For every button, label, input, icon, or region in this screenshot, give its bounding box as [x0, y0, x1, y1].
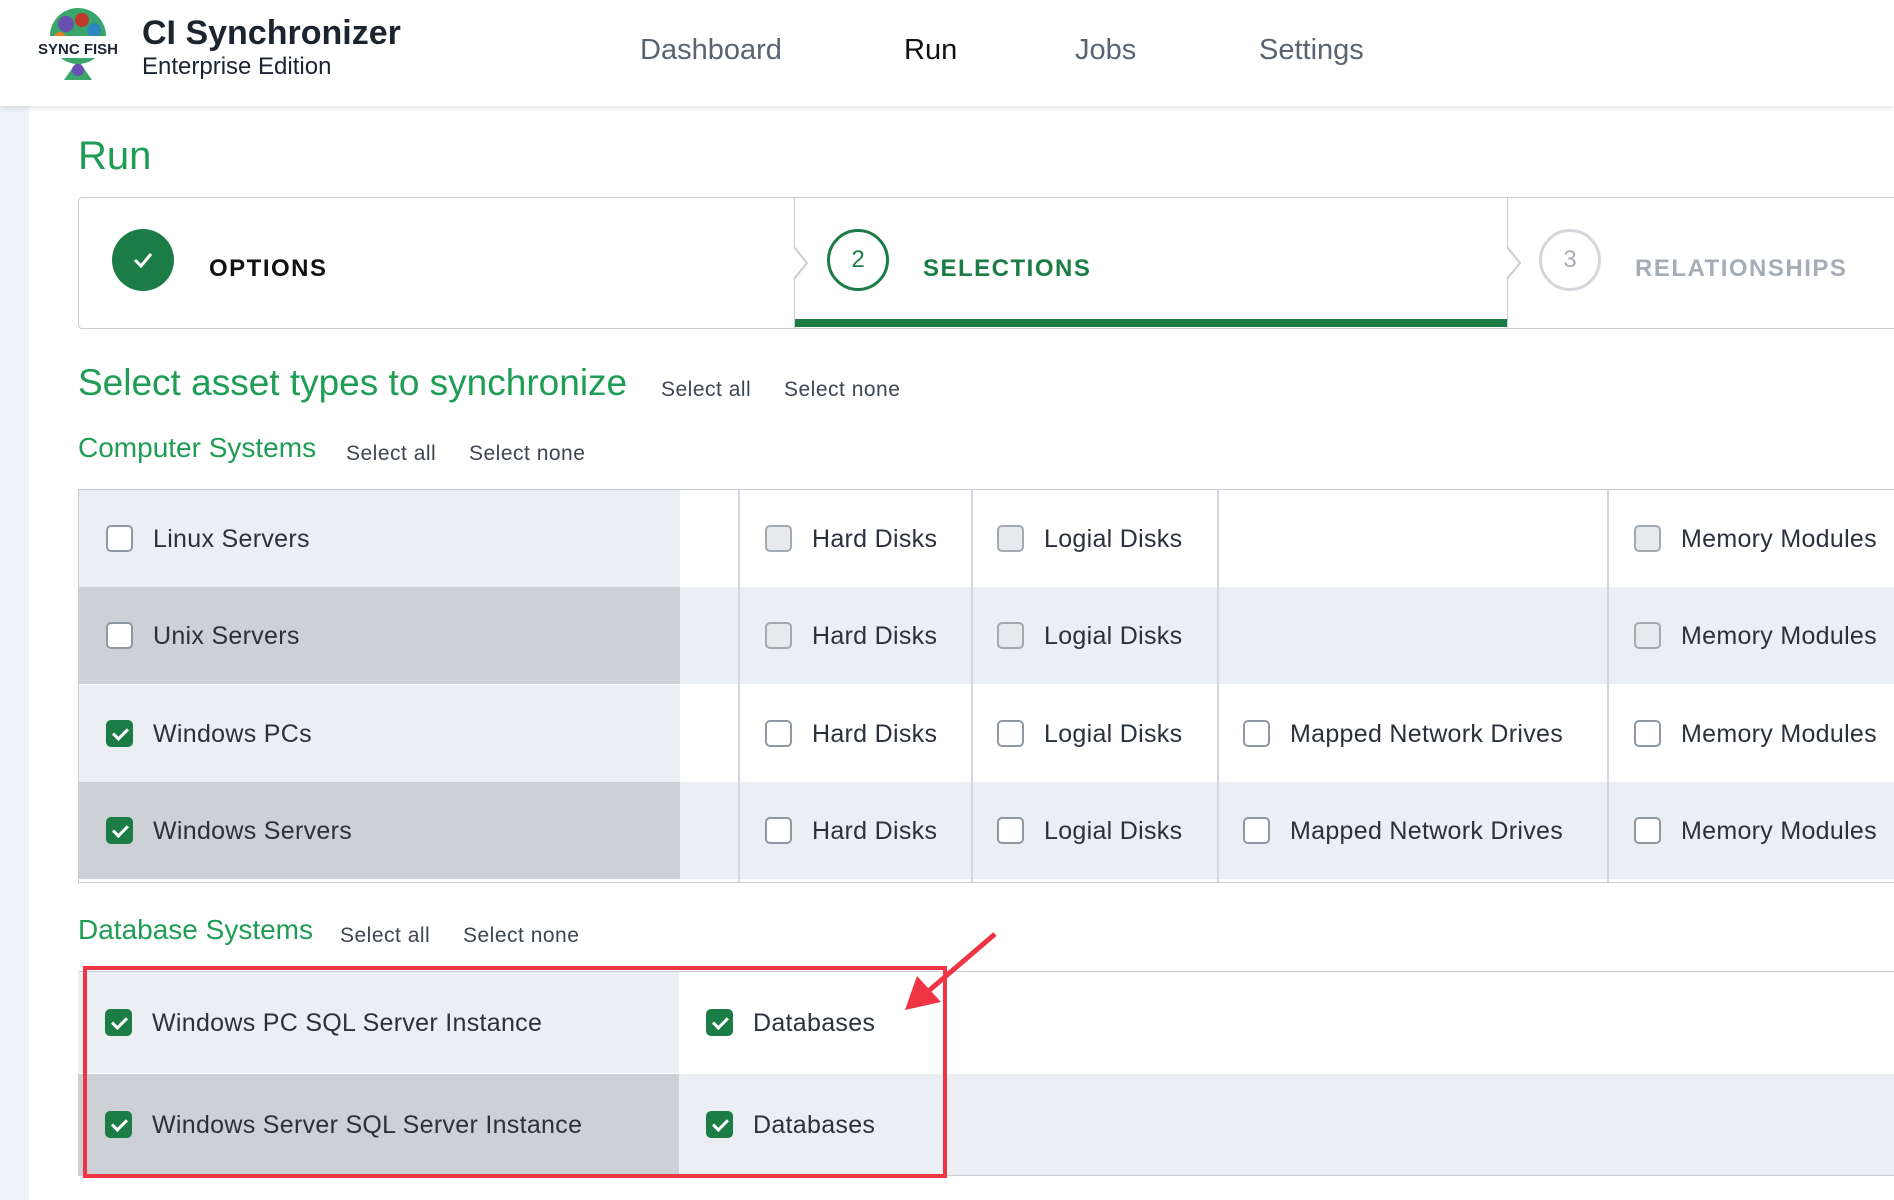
memory-modules-checkbox[interactable] [1634, 720, 1661, 747]
stepper: OPTIONS 2 SELECTIONS 3 RELATIONSHIPS [78, 197, 1894, 329]
top-navigation-bar: SYNC FISH CI Synchronizer Enterprise Edi… [0, 0, 1894, 106]
highlight-box-annotation [83, 966, 947, 1178]
windows-servers-label: Windows Servers [153, 817, 352, 845]
hard-disks-label: Hard Disks [812, 525, 938, 553]
windows-pcs-checkbox[interactable] [106, 720, 133, 747]
memory-modules-label: Memory Modules [1681, 720, 1877, 748]
step-relationships-number: 3 [1539, 229, 1601, 291]
memory-modules-label: Memory Modules [1681, 622, 1877, 650]
select-asset-types-heading: Select asset types to synchronize [78, 362, 628, 403]
computer-systems-select-all[interactable]: Select all [346, 442, 436, 466]
nav-settings[interactable]: Settings [1259, 34, 1364, 67]
memory-modules-label: Memory Modules [1681, 817, 1877, 845]
hard-disks-checkbox[interactable] [765, 525, 792, 552]
computer-systems-select-none[interactable]: Select none [469, 442, 585, 466]
logical-disks-label: Logial Disks [1044, 525, 1183, 553]
hard-disks-label: Hard Disks [812, 622, 938, 650]
linux-servers-label: Linux Servers [153, 525, 310, 553]
logical-disks-checkbox[interactable] [997, 622, 1024, 649]
step-relationships-label: RELATIONSHIPS [1635, 255, 1848, 282]
step-options[interactable]: OPTIONS [79, 198, 794, 328]
arrow-annotation-icon [905, 932, 997, 1010]
column-divider [971, 490, 973, 882]
step-selections[interactable]: 2 SELECTIONS [795, 198, 1507, 328]
memory-modules-checkbox[interactable] [1634, 622, 1661, 649]
logical-disks-label: Logial Disks [1044, 817, 1183, 845]
hard-disks-checkbox[interactable] [765, 817, 792, 844]
app-subtitle: Enterprise Edition [142, 53, 332, 80]
logical-disks-label: Logial Disks [1044, 622, 1183, 650]
sync-fish-logo[interactable]: SYNC FISH [38, 6, 118, 86]
logo-text: SYNC FISH [38, 41, 118, 58]
database-systems-select-none[interactable]: Select none [463, 924, 579, 948]
nav-dashboard[interactable]: Dashboard [640, 34, 782, 67]
memory-modules-checkbox[interactable] [1634, 525, 1661, 552]
hard-disks-checkbox[interactable] [765, 720, 792, 747]
step-selections-label: SELECTIONS [923, 255, 1092, 282]
column-divider [1607, 490, 1609, 882]
mapped-network-drives-label: Mapped Network Drives [1290, 720, 1564, 748]
logical-disks-checkbox[interactable] [997, 525, 1024, 552]
hard-disks-label: Hard Disks [812, 817, 938, 845]
app-title: CI Synchronizer [142, 14, 401, 52]
step-selections-number: 2 [827, 229, 889, 291]
logical-disks-checkbox[interactable] [997, 817, 1024, 844]
mapped-network-drives-checkbox[interactable] [1243, 720, 1270, 747]
memory-modules-label: Memory Modules [1681, 525, 1877, 553]
page-title: Run [78, 134, 152, 178]
unix-servers-checkbox[interactable] [106, 622, 133, 649]
check-icon [112, 229, 174, 291]
nav-run[interactable]: Run [904, 34, 957, 67]
computer-systems-table: Linux Servers Hard Disks Logial Disks Me… [78, 489, 1894, 883]
windows-servers-checkbox[interactable] [106, 817, 133, 844]
left-rail [0, 106, 29, 1200]
active-step-indicator [795, 319, 1507, 327]
database-systems-heading: Database Systems [78, 914, 313, 945]
linux-servers-checkbox[interactable] [106, 525, 133, 552]
select-all-link[interactable]: Select all [661, 378, 751, 402]
nav-jobs[interactable]: Jobs [1075, 34, 1136, 67]
hard-disks-checkbox[interactable] [765, 622, 792, 649]
logical-disks-checkbox[interactable] [997, 720, 1024, 747]
hard-disks-label: Hard Disks [812, 720, 938, 748]
mapped-network-drives-checkbox[interactable] [1243, 817, 1270, 844]
memory-modules-checkbox[interactable] [1634, 817, 1661, 844]
step-options-label: OPTIONS [209, 255, 328, 282]
column-divider [738, 490, 740, 882]
unix-servers-label: Unix Servers [153, 622, 300, 650]
windows-pcs-label: Windows PCs [153, 720, 312, 748]
column-divider [1217, 490, 1219, 882]
database-systems-select-all[interactable]: Select all [340, 924, 430, 948]
step-relationships[interactable]: 3 RELATIONSHIPS [1508, 198, 1894, 328]
computer-systems-heading: Computer Systems [78, 432, 317, 463]
mapped-network-drives-label: Mapped Network Drives [1290, 817, 1564, 845]
select-none-link[interactable]: Select none [784, 378, 900, 402]
logical-disks-label: Logial Disks [1044, 720, 1183, 748]
